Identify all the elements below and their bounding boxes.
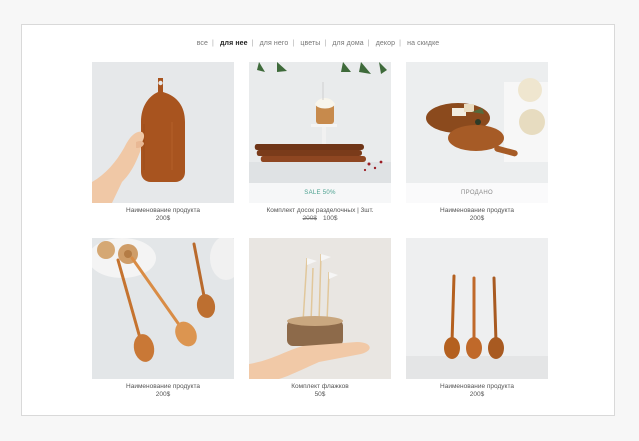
sold-badge: ПРОДАНО <box>406 183 548 203</box>
product-card[interactable]: Наименование продукта 200$ <box>406 238 548 399</box>
nav-item-sale[interactable]: на скидке <box>407 40 439 47</box>
product-price: 200$ <box>469 215 485 222</box>
category-nav: все | для нее | для него | цветы | для дома |… <box>196 40 440 47</box>
product-card[interactable]: Наименование продукта 200$ <box>92 62 234 223</box>
product-image[interactable] <box>249 238 391 379</box>
nav-item-flowers[interactable]: цветы <box>300 40 320 47</box>
new-price: 100$ <box>323 215 338 222</box>
product-name[interactable]: Наименование продукта <box>406 207 548 215</box>
nav-item-for-her[interactable]: для нее <box>220 40 248 47</box>
old-price: 200$ <box>302 215 317 222</box>
product-image[interactable]: SALE 50% <box>249 62 391 203</box>
page-frame: все | для нее | для него | цветы | для дома |… <box>21 24 615 416</box>
product-price: 200$ <box>469 391 485 398</box>
nav-item-all[interactable]: все <box>197 40 208 47</box>
product-card[interactable]: SALE 50% Комплект досок разделочных | 3ш… <box>249 62 391 223</box>
product-price: 200$ <box>155 215 171 222</box>
product-image[interactable] <box>406 238 548 379</box>
product-name[interactable]: Наименование продукта <box>92 383 234 391</box>
product-image[interactable] <box>92 238 234 379</box>
product-card[interactable]: ПРОДАНО Наименование продукта 200$ <box>406 62 548 223</box>
nav-item-for-home[interactable]: для дома <box>332 40 363 47</box>
nav-item-for-him[interactable]: для него <box>260 40 289 47</box>
product-card[interactable]: Комплект флажков 50$ <box>249 238 391 399</box>
product-name[interactable]: Наименование продукта <box>92 207 234 215</box>
product-name[interactable]: Наименование продукта <box>406 383 548 391</box>
product-card[interactable]: Наименование продукта 200$ <box>92 238 234 399</box>
product-price: 200$ <box>155 391 171 398</box>
product-name[interactable]: Комплект флажков <box>249 383 391 391</box>
product-price: 200$ 100$ <box>249 215 391 223</box>
product-name[interactable]: Комплект досок разделочных | 3шт. <box>249 207 391 215</box>
product-price: 50$ <box>314 391 326 398</box>
product-image[interactable]: ПРОДАНО <box>406 62 548 203</box>
product-image[interactable] <box>92 62 234 203</box>
sale-badge: SALE 50% <box>249 183 391 203</box>
nav-item-decor[interactable]: декор <box>376 40 395 47</box>
